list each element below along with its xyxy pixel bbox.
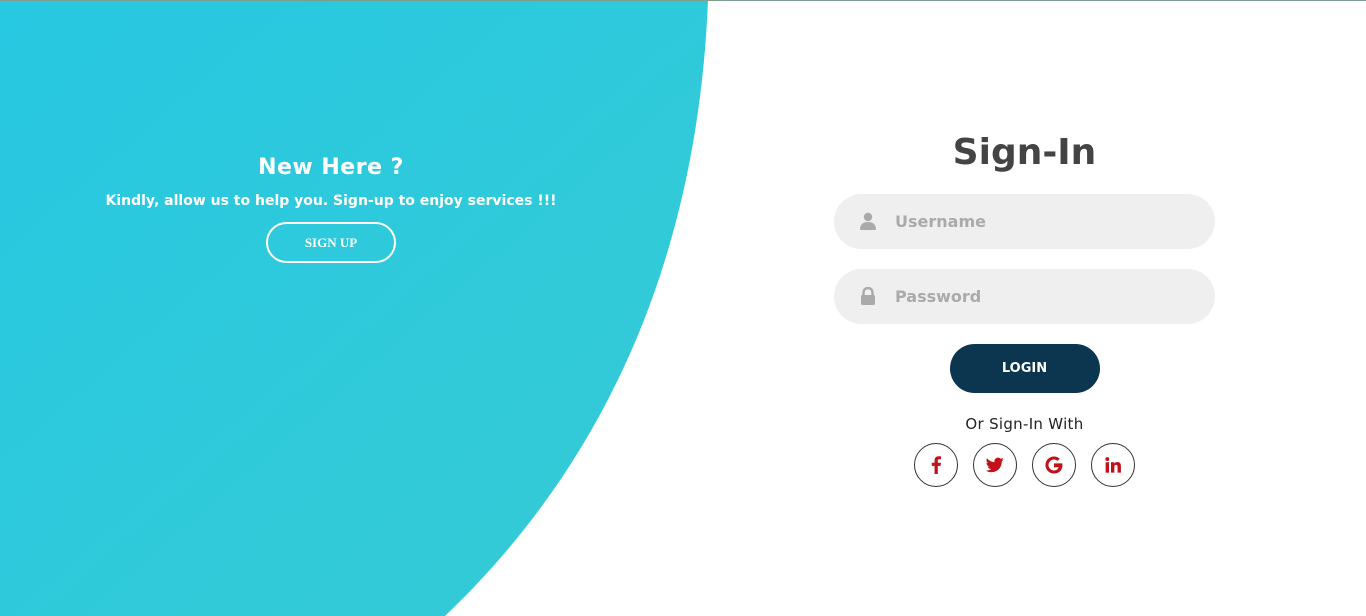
signup-description: Kindly, allow us to help you. Sign-up to…: [105, 193, 557, 209]
signup-panel: New Here ? Kindly, allow us to help you.…: [60, 150, 602, 263]
signin-title: Sign-In: [952, 132, 1097, 173]
user-icon: [860, 212, 876, 230]
new-here-title: New Here ?: [258, 155, 404, 180]
google-icon[interactable]: [1032, 443, 1076, 487]
top-border-line: [0, 0, 1366, 1]
username-input[interactable]: [895, 194, 1195, 249]
facebook-icon[interactable]: [914, 443, 958, 487]
login-button[interactable]: LOGIN: [949, 344, 1100, 393]
sign-up-button[interactable]: SIGN UP: [266, 222, 396, 263]
page: New Here ? Kindly, allow us to help you.…: [0, 0, 1366, 616]
signin-form: Sign-In LOGIN Or Sign-In With: [834, 128, 1215, 487]
social-signin-text: Or Sign-In With: [965, 415, 1084, 433]
lock-icon: [861, 287, 875, 305]
password-input[interactable]: [895, 269, 1195, 324]
linkedin-icon[interactable]: [1091, 443, 1135, 487]
social-icons-row: [834, 443, 1215, 487]
username-field[interactable]: [834, 194, 1215, 249]
twitter-icon[interactable]: [973, 443, 1017, 487]
password-field[interactable]: [834, 269, 1215, 324]
